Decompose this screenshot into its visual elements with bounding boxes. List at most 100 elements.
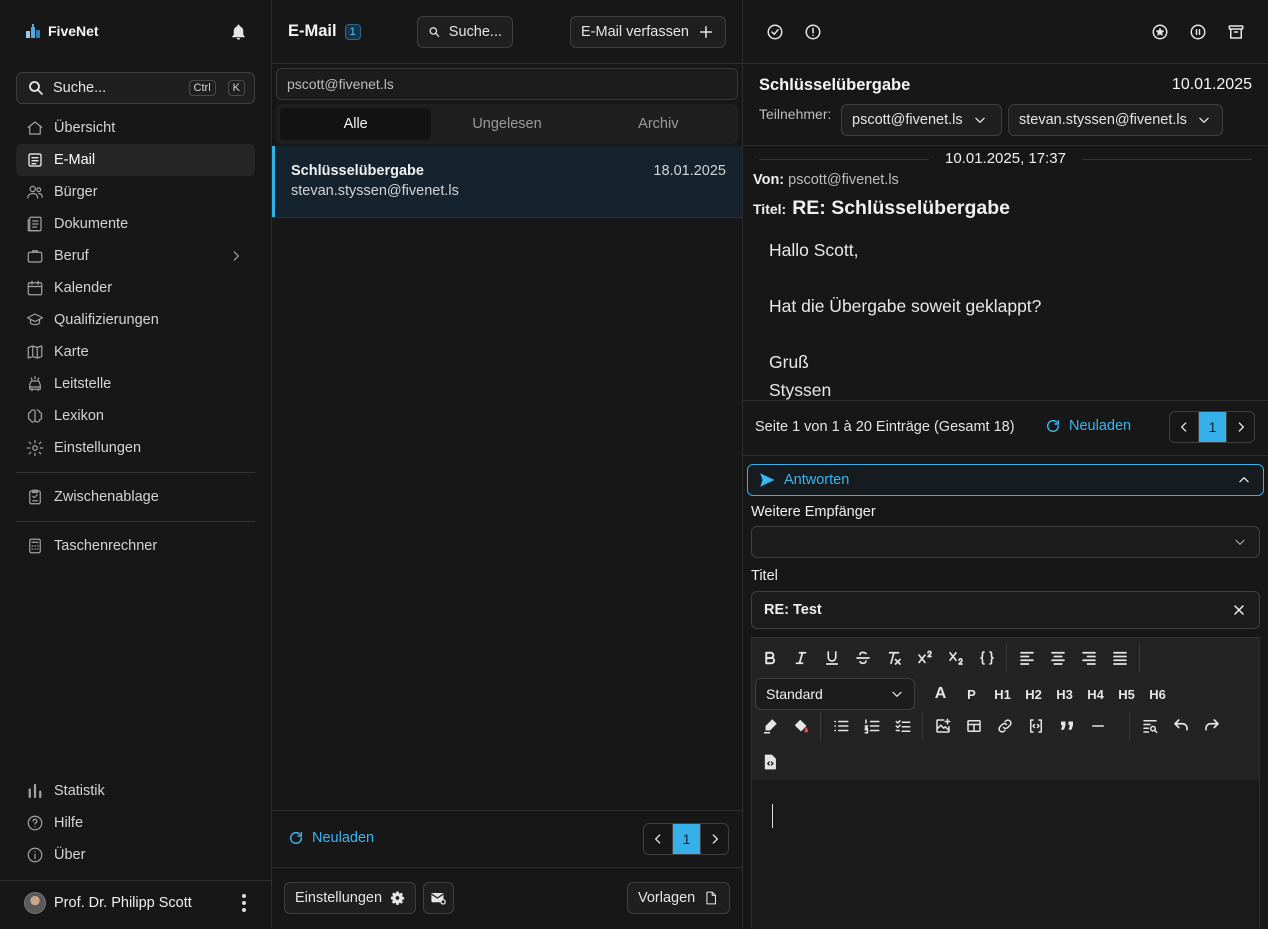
next-page-button[interactable] <box>1226 412 1254 442</box>
prev-page-button[interactable] <box>644 824 672 854</box>
nav-item-einstellungen[interactable]: Einstellungen <box>16 432 255 464</box>
nav-item-statistik[interactable]: Statistik <box>16 775 255 807</box>
mark-important-button[interactable] <box>804 23 822 41</box>
tab-ungelesen[interactable]: Ungelesen <box>431 108 582 140</box>
list-item[interactable]: Schlüsselübergabe 18.01.2025 stevan.stys… <box>272 146 742 217</box>
favorite-button[interactable] <box>1151 23 1169 41</box>
nav-item-uebersicht[interactable]: Übersicht <box>16 112 255 144</box>
font-color-button[interactable]: A <box>925 679 956 709</box>
align-center-button[interactable] <box>1042 643 1073 673</box>
nav-item-buerger[interactable]: Bürger <box>16 176 255 208</box>
compose-button[interactable]: E-Mail verfassen <box>570 16 726 48</box>
settings-button[interactable]: Einstellungen <box>284 882 416 914</box>
nav-item-kalender[interactable]: Kalender <box>16 272 255 304</box>
nav-item-zwischenablage[interactable]: Zwischenablage <box>16 481 255 513</box>
thread-subject: Schlüsselübergabe <box>291 163 424 179</box>
nav-item-karte[interactable]: Karte <box>16 336 255 368</box>
horizontal-rule-button[interactable] <box>1082 711 1113 741</box>
clipboard-icon <box>29 489 41 505</box>
paragraph-style-select[interactable]: Standard <box>755 678 915 710</box>
insert-image-button[interactable] <box>927 711 958 741</box>
participant-select[interactable]: stevan.styssen@fivenet.ls <box>1008 104 1223 136</box>
participant-select[interactable]: pscott@fivenet.ls <box>841 104 1002 136</box>
reload-button[interactable]: Neuladen <box>1045 418 1131 434</box>
nav-item-taschenrechner[interactable]: Taschenrechner <box>16 530 255 562</box>
nav-item-hilfe[interactable]: Hilfe <box>16 807 255 839</box>
nav-item-label: Taschenrechner <box>54 538 158 554</box>
highlight-button[interactable] <box>754 711 785 741</box>
strikethrough-button[interactable] <box>847 643 878 673</box>
h2-button[interactable]: H2 <box>1018 679 1049 709</box>
page-button[interactable]: 1 <box>1198 412 1226 442</box>
task-list-button[interactable] <box>887 711 918 741</box>
subscript-button[interactable] <box>940 643 971 673</box>
align-justify-button[interactable] <box>1104 643 1135 673</box>
title-input[interactable]: RE: Test <box>751 591 1260 629</box>
h1-button[interactable]: H1 <box>987 679 1018 709</box>
insert-table-button[interactable] <box>958 711 989 741</box>
source-code-button[interactable] <box>754 747 785 777</box>
h6-button[interactable]: H6 <box>1142 679 1173 709</box>
close-icon[interactable] <box>1231 602 1247 618</box>
mail-icon <box>28 153 42 167</box>
mark-read-button[interactable] <box>766 23 784 41</box>
redo-button[interactable] <box>1196 711 1227 741</box>
chevron-down-icon <box>1235 539 1245 545</box>
code-button[interactable] <box>971 643 1002 673</box>
nav-item-dokumente[interactable]: Dokumente <box>16 208 255 240</box>
italic-button[interactable] <box>785 643 816 673</box>
pause-button[interactable] <box>1189 23 1207 41</box>
nav-item-beruf[interactable]: Beruf <box>16 240 255 272</box>
undo-button[interactable] <box>1165 711 1196 741</box>
file-icon <box>706 891 717 905</box>
clear-format-button[interactable] <box>878 643 909 673</box>
h3-button[interactable]: H3 <box>1049 679 1080 709</box>
numbered-list-button[interactable] <box>856 711 887 741</box>
editor-content[interactable] <box>752 780 1259 929</box>
bold-button[interactable] <box>754 643 785 673</box>
superscript-button[interactable] <box>909 643 940 673</box>
bullet-list-button[interactable] <box>825 711 856 741</box>
nav-item-email[interactable]: E-Mail <box>16 144 255 176</box>
from-label: Von: <box>753 172 785 188</box>
underline-button[interactable] <box>816 643 847 673</box>
h4-button[interactable]: H4 <box>1080 679 1111 709</box>
nav-item-qualifizierungen[interactable]: Qualifizierungen <box>16 304 255 336</box>
blockquote-button[interactable] <box>1051 711 1082 741</box>
nav-item-label: Zwischenablage <box>54 489 159 505</box>
h5-button[interactable]: H5 <box>1111 679 1142 709</box>
page-button[interactable]: 1 <box>672 824 700 854</box>
reply-toggle[interactable]: Antworten <box>747 464 1264 496</box>
fill-color-button[interactable] <box>785 711 816 741</box>
subscript-icon <box>948 651 963 665</box>
more-recipients-select[interactable] <box>751 526 1260 558</box>
nav-item-leitstelle[interactable]: Leitstelle <box>16 368 255 400</box>
notifications-button[interactable] <box>229 23 248 42</box>
reload-button[interactable]: Neuladen <box>288 830 374 846</box>
sidebar-search[interactable]: Suche... Ctrl K <box>16 72 255 104</box>
more-vertical-icon[interactable] <box>242 894 246 912</box>
align-right-button[interactable] <box>1073 643 1104 673</box>
user-menu[interactable]: Prof. Dr. Philipp Scott <box>24 892 254 914</box>
account-value: pscott@fivenet.ls <box>287 76 394 92</box>
find-replace-button[interactable] <box>1134 711 1165 741</box>
tab-alle[interactable]: Alle <box>280 108 432 140</box>
prev-page-button[interactable] <box>1170 412 1198 442</box>
tab-archiv[interactable]: Archiv <box>583 108 734 140</box>
divider <box>272 63 742 64</box>
find-replace-icon <box>1142 720 1157 734</box>
toolbar-row <box>754 747 1261 777</box>
insert-link-button[interactable] <box>989 711 1020 741</box>
templates-button[interactable]: Vorlagen <box>627 882 730 914</box>
search-button[interactable]: Suche... <box>417 16 513 48</box>
code-block-button[interactable] <box>1020 711 1051 741</box>
nav-item-ueber[interactable]: Über <box>16 839 255 871</box>
nav-item-lexikon[interactable]: Lexikon <box>16 400 255 432</box>
account-select[interactable]: pscott@fivenet.ls <box>276 68 738 100</box>
mail-settings-button[interactable] <box>423 882 454 914</box>
align-left-button[interactable] <box>1011 643 1042 673</box>
brand[interactable]: FiveNet <box>24 22 99 40</box>
archive-button[interactable] <box>1227 23 1245 41</box>
paragraph-button[interactable]: P <box>956 679 987 709</box>
next-page-button[interactable] <box>700 824 728 854</box>
